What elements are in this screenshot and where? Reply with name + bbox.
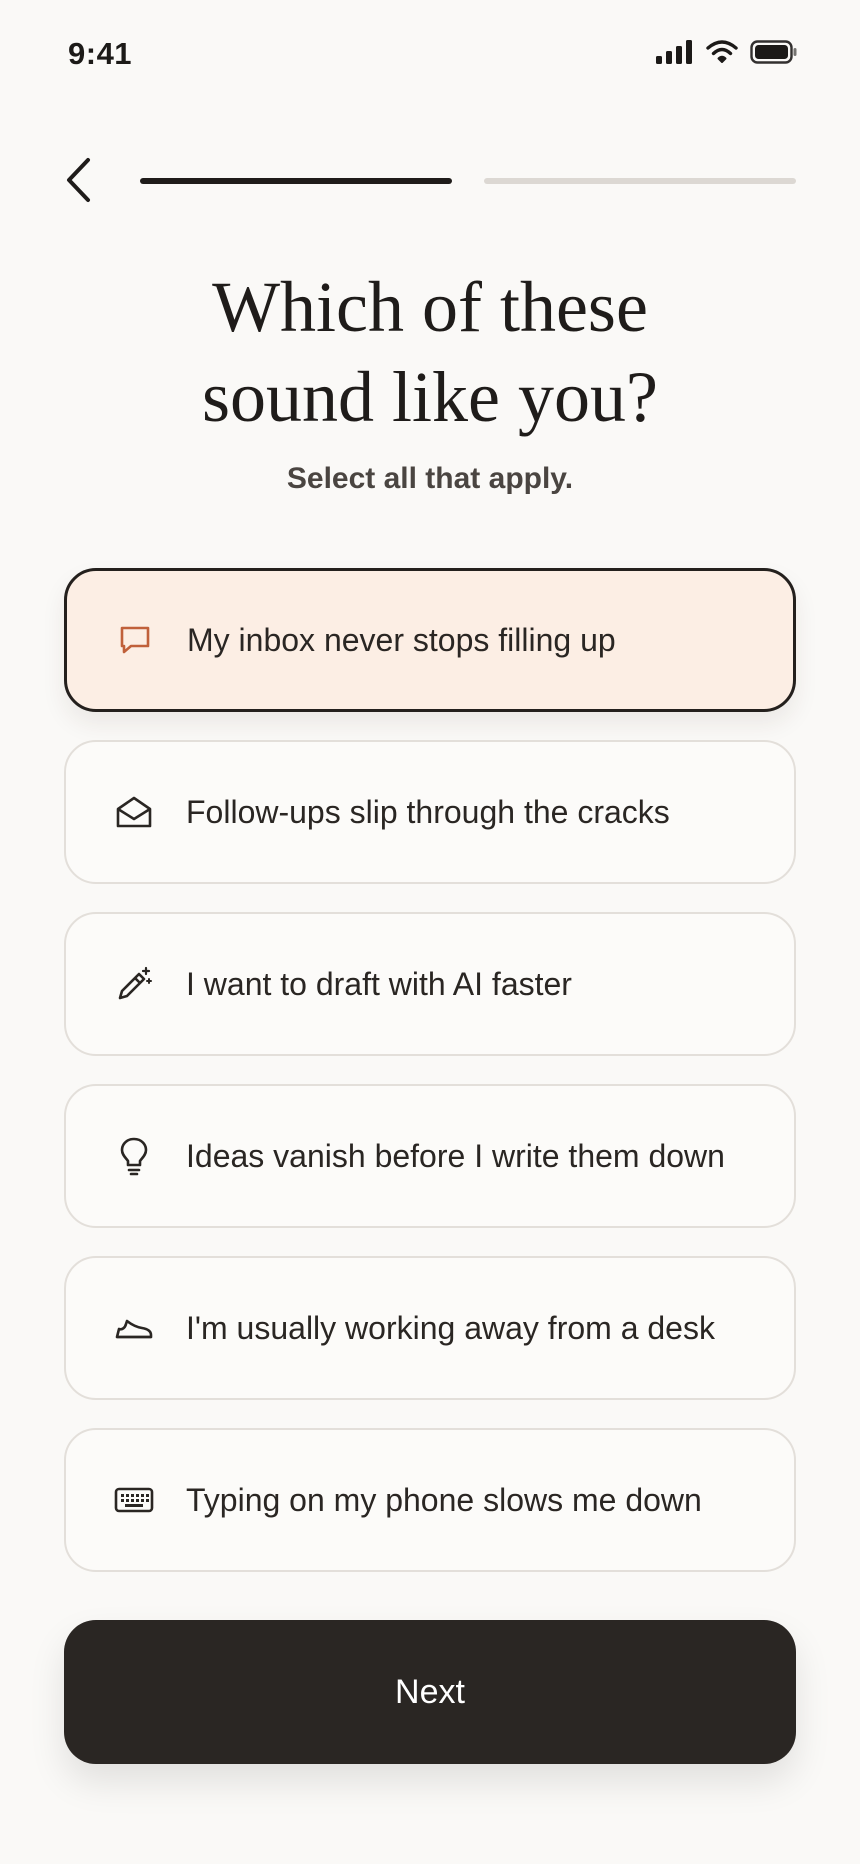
magic-pen-icon [114,964,154,1004]
progress-segment [484,178,796,184]
wifi-icon [706,40,738,63]
status-time: 9:41 [68,36,133,71]
option-phone-typing[interactable]: Typing on my phone slows me down [64,1428,796,1572]
option-label: My inbox never stops filling up [187,621,616,658]
option-ideas[interactable]: Ideas vanish before I write them down [64,1084,796,1228]
chevron-left-icon [67,158,90,202]
next-button-label: Next [395,1672,465,1711]
option-label: I want to draft with AI faster [186,965,572,1002]
back-button[interactable] [56,150,100,210]
status-icons [656,40,798,64]
progress-segment [140,178,452,184]
battery-icon [750,40,797,64]
open-envelope-icon [114,792,154,832]
lightbulb-icon [114,1136,154,1176]
onboarding-screen: 9:41 Which of these sound like you? Sele… [0,0,860,1864]
option-label: Follow-ups slip through the cracks [186,793,670,830]
option-inbox[interactable]: My inbox never stops filling up [64,568,796,712]
page-subtitle: Select all that apply. [286,462,574,495]
option-label: Typing on my phone slows me down [186,1481,702,1518]
page-title: Which of these sound like you? [0,262,860,442]
title-line-1: Which of these [212,267,648,347]
chat-bubble-icon [115,620,155,660]
sneaker-icon [114,1308,154,1348]
option-label: I'm usually working away from a desk [186,1309,715,1346]
options-list: My inbox never stops filling up Follow-u… [64,568,796,1600]
option-follow-ups[interactable]: Follow-ups slip through the cracks [64,740,796,884]
signal-icon [656,40,692,64]
option-draft-ai[interactable]: I want to draft with AI faster [64,912,796,1056]
option-away-from-desk[interactable]: I'm usually working away from a desk [64,1256,796,1400]
title-line-2: sound like you? [202,357,658,437]
keyboard-icon [114,1480,154,1520]
next-button[interactable]: Next [64,1620,796,1764]
option-label: Ideas vanish before I write them down [186,1137,725,1174]
progress-indicator [140,178,796,184]
